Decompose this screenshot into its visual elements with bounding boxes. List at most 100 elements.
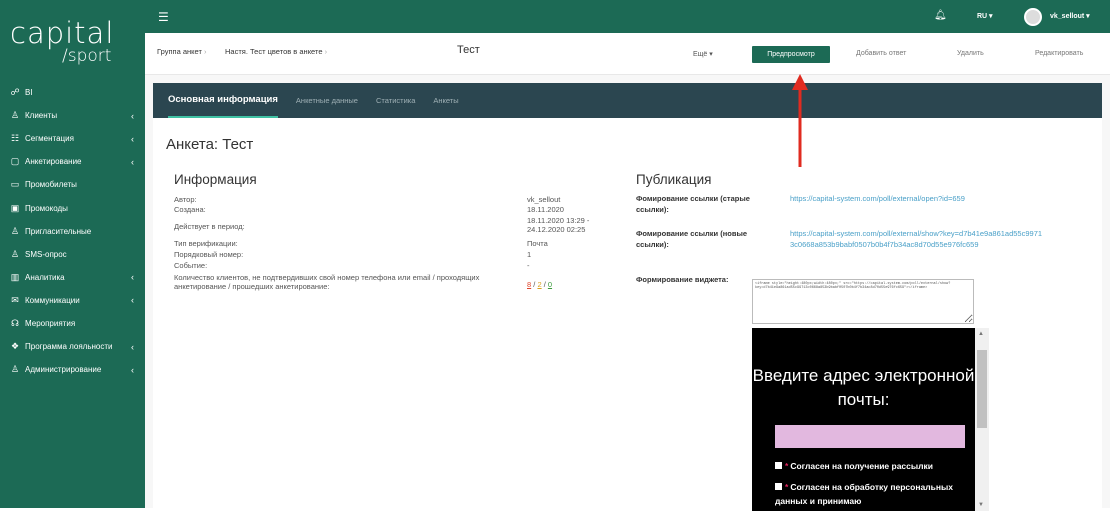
user-icon: ♙	[10, 225, 20, 236]
logo-subtext: /sport	[62, 46, 112, 66]
sidebar-item[interactable]: ♙ Клиенты ‹	[0, 104, 145, 127]
count-completed[interactable]: 0	[548, 280, 552, 289]
sidebar-item[interactable]: ✉ Коммуникации ‹	[0, 289, 145, 312]
sidebar: capital /sport ☍ BI ♙ Клиенты ‹ ☷ Сегментация ‹…	[0, 0, 145, 508]
preview-button[interactable]: Предпросмотр	[752, 46, 830, 63]
sidebar-item-label: BI	[25, 88, 33, 98]
tab-statistics[interactable]: Статистика	[376, 83, 415, 118]
sidebar-item-label: SMS-опрос	[25, 249, 67, 259]
consent-data-checkbox[interactable]: * Согласен на обработку персональных данн…	[775, 480, 975, 508]
sidebar-item-label: Сегментация	[25, 134, 74, 144]
page-header: Группа анкет › Настя. Тест цветов в анке…	[145, 33, 1110, 75]
user-icon: ♙	[10, 248, 20, 259]
scroll-down-icon[interactable]: ▼	[978, 502, 984, 508]
widget-label: Формирование виджета:	[636, 275, 729, 284]
sidebar-item[interactable]: ▣ Промокоды	[0, 196, 145, 219]
logo[interactable]: capital /sport	[10, 16, 114, 66]
info-value: 1	[527, 250, 532, 259]
info-label: Порядковый номер:	[174, 250, 244, 259]
old-link[interactable]: https://capital-system.com/poll/external…	[790, 193, 1050, 204]
breadcrumb-item[interactable]: Настя. Тест цветов в анкете ›	[225, 47, 327, 56]
chevron-left-icon: ‹	[131, 133, 134, 144]
gift-icon: ❖	[10, 341, 20, 352]
email-input[interactable]	[775, 425, 965, 448]
code-icon: ▣	[10, 202, 20, 213]
info-label: Автор:	[174, 195, 197, 204]
sidebar-item-label: Анкетирование	[25, 157, 82, 167]
content: Основная информация Анкетные данные Стат…	[145, 75, 1110, 511]
widget-code-textarea[interactable]: <iframe style="height:480px;width:480px;…	[752, 279, 974, 324]
sidebar-item[interactable]: ♙ Пригласительные	[0, 220, 145, 243]
info-value: 18.11.2020 13:29 - 24.12.2020 02:25	[527, 216, 590, 234]
chevron-left-icon: ‹	[131, 295, 134, 306]
panel: Основная информация Анкетные данные Стат…	[153, 83, 1102, 511]
logo-text: capital	[10, 16, 115, 50]
sidebar-item[interactable]: ♙ SMS-опрос	[0, 243, 145, 266]
info-label: Создана:	[174, 205, 206, 214]
sidebar-item-label: Промокоды	[25, 203, 68, 213]
count-unverified[interactable]: 8	[527, 280, 531, 289]
chevron-left-icon: ‹	[131, 110, 134, 121]
sidebar-item-label: Администрирование	[25, 365, 102, 375]
menu-icon[interactable]: ☰	[158, 10, 169, 24]
tabs: Основная информация Анкетные данные Стат…	[153, 83, 1102, 118]
sidebar-item-label: Пригласительные	[25, 226, 92, 236]
scroll-up-icon[interactable]: ▲	[978, 331, 984, 337]
sidebar-item[interactable]: ☷ Сегментация ‹	[0, 127, 145, 150]
info-value: 18.11.2020	[527, 205, 564, 214]
sidebar-item[interactable]: ▭ Промобилеты	[0, 173, 145, 196]
info-title: Информация	[174, 172, 257, 187]
chevron-left-icon: ‹	[131, 341, 134, 352]
widget-scrollbar[interactable]: ▲ ▼	[975, 328, 989, 511]
new-link-label: Фомирование ссылки (новые ссылки):	[636, 229, 748, 249]
client-counts: 8 / 2 / 0	[527, 280, 553, 289]
language-select[interactable]: RU ▾	[977, 12, 993, 20]
sidebar-item[interactable]: ☊ Мероприятия	[0, 312, 145, 335]
sidebar-item[interactable]: ♙ Администрирование ‹	[0, 358, 145, 381]
hierarchy-icon: ☷	[10, 133, 20, 144]
sidebar-item-label: Клиенты	[25, 111, 58, 121]
sidebar-item[interactable]: ❖ Программа лояльности ‹	[0, 335, 145, 358]
user-icon: ♙	[10, 110, 20, 121]
info-value: vk_sellout	[527, 195, 561, 204]
info-label: Тип верификации:	[174, 239, 238, 248]
avatar[interactable]	[1024, 8, 1042, 26]
add-answer-button[interactable]: Добавить ответ	[856, 50, 906, 57]
widget-title: Введите адрес электронной почты:	[752, 366, 975, 409]
form-icon: ▢	[10, 156, 20, 167]
sidebar-item-label: Программа лояльности	[25, 342, 113, 352]
count-in-progress[interactable]: 2	[537, 280, 541, 289]
widget-preview: Введите адрес электронной почты: * Соглас…	[752, 328, 989, 511]
sidebar-item[interactable]: ☍ BI	[0, 81, 145, 104]
sidebar-item-label: Промобилеты	[25, 180, 77, 190]
topbar: ☰ 🔔︎ RU ▾ vk_sellout ▾	[145, 0, 1110, 33]
delete-button[interactable]: Удалить	[957, 50, 984, 57]
publication-title: Публикация	[636, 172, 712, 187]
chevron-left-icon: ‹	[131, 364, 134, 375]
sidebar-item-label: Коммуникации	[25, 295, 80, 305]
bell-icon[interactable]: 🔔︎	[934, 10, 947, 21]
breadcrumb-item[interactable]: Группа анкет ›	[157, 47, 206, 56]
sidebar-item[interactable]: ▢ Анкетирование ‹	[0, 150, 145, 173]
analytics-icon: ▥	[10, 271, 20, 282]
megaphone-icon: ☊	[11, 317, 19, 328]
page-title: Тест	[457, 44, 480, 56]
info-label: Действует в период:	[174, 222, 245, 231]
tab-survey-data[interactable]: Анкетные данные	[296, 83, 358, 118]
more-dropdown[interactable]: Ещё ▾	[693, 50, 713, 58]
edit-button[interactable]: Редактировать	[1035, 50, 1083, 57]
info-value: -	[527, 261, 530, 270]
chart-line-icon: ☍	[10, 87, 20, 98]
info-label: Событие:	[174, 261, 208, 270]
red-arrow-annotation	[792, 74, 808, 167]
tab-main-info[interactable]: Основная информация	[168, 83, 278, 118]
consent-mailing-checkbox[interactable]: * Согласен на получение рассылки	[775, 459, 975, 473]
ticket-icon: ▭	[10, 179, 20, 190]
chevron-left-icon: ‹	[131, 272, 134, 283]
sidebar-item[interactable]: ▥ Аналитика ‹	[0, 266, 145, 289]
user-menu[interactable]: vk_sellout ▾	[1050, 12, 1090, 20]
admin-icon: ♙	[10, 364, 20, 375]
new-link[interactable]: https://capital-system.com/poll/external…	[790, 228, 1045, 250]
tab-surveys[interactable]: Анкеты	[433, 83, 458, 118]
sidebar-item-label: Мероприятия	[25, 318, 76, 328]
